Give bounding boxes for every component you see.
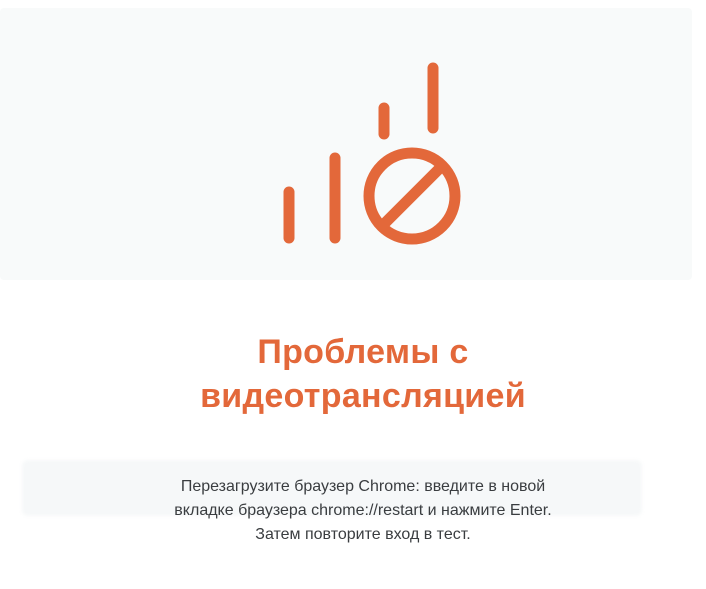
icon-container [10,0,706,280]
dialog-title-line-2: видеотрансляцией [200,377,526,415]
dialog-title-line-1: Проблемы с [257,333,469,371]
dialog-message: Перезагрузите браузер Chrome: введите в … [10,475,706,547]
video-problem-dialog: Проблемы с видеотрансляцией Перезагрузит… [10,0,706,589]
no-video-signal-icon [283,62,461,245]
prohibition-slash [376,160,448,232]
dialog-message-line-1: Перезагрузите браузер Chrome: введите в … [180,478,546,495]
dialog-message-line-2: вкладке браузера chrome://restart и нажм… [174,502,552,519]
dialog-title: Проблемы с видеотрансляцией [10,330,706,418]
dialog-message-line-3: Затем повторите вход в тест. [255,526,471,543]
